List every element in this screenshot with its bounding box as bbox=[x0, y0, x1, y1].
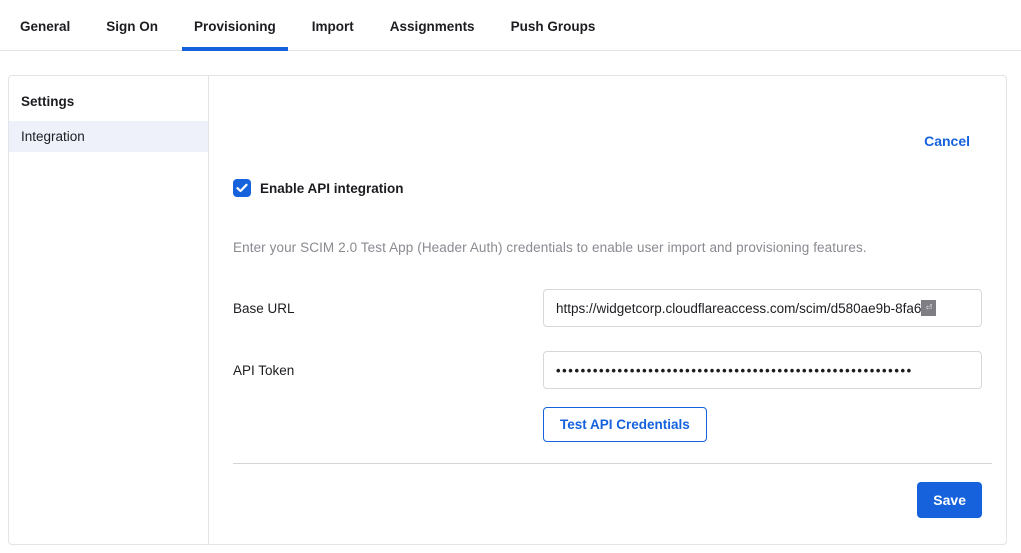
tab-assignments[interactable]: Assignments bbox=[378, 3, 487, 51]
tab-provisioning[interactable]: Provisioning bbox=[182, 3, 288, 51]
save-button[interactable]: Save bbox=[917, 482, 982, 518]
test-credentials-row: Test API Credentials bbox=[233, 407, 982, 442]
checkmark-icon bbox=[236, 183, 248, 193]
save-row: Save bbox=[233, 482, 982, 518]
base-url-row: Base URL https://widgetcorp.cloudflareac… bbox=[233, 289, 982, 327]
api-token-label: API Token bbox=[233, 363, 543, 378]
settings-sidebar: Settings Integration bbox=[9, 76, 209, 544]
test-api-credentials-button[interactable]: Test API Credentials bbox=[543, 407, 707, 442]
api-token-masked-value: ••••••••••••••••••••••••••••••••••••••••… bbox=[556, 363, 913, 378]
cancel-button[interactable]: Cancel bbox=[924, 133, 970, 149]
tab-sign-on[interactable]: Sign On bbox=[94, 3, 170, 51]
enable-api-integration-row: Enable API integration bbox=[233, 179, 982, 197]
credentials-description: Enter your SCIM 2.0 Test App (Header Aut… bbox=[233, 240, 982, 255]
enable-api-integration-checkbox[interactable] bbox=[233, 179, 251, 197]
api-token-row: API Token ••••••••••••••••••••••••••••••… bbox=[233, 351, 982, 389]
base-url-input[interactable]: https://widgetcorp.cloudflareaccess.com/… bbox=[543, 289, 982, 327]
integration-form: Cancel Enable API integration Enter your… bbox=[209, 76, 1006, 544]
tab-import[interactable]: Import bbox=[300, 3, 366, 51]
tab-push-groups[interactable]: Push Groups bbox=[499, 3, 608, 51]
form-header-row: Cancel bbox=[233, 133, 982, 149]
enable-api-integration-label: Enable API integration bbox=[260, 181, 404, 196]
tab-bar: General Sign On Provisioning Import Assi… bbox=[0, 0, 1021, 51]
base-url-value: https://widgetcorp.cloudflareaccess.com/… bbox=[556, 301, 921, 316]
provisioning-panel: Settings Integration Cancel Enable API i… bbox=[8, 75, 1007, 545]
api-token-input[interactable]: ••••••••••••••••••••••••••••••••••••••••… bbox=[543, 351, 982, 389]
divider bbox=[233, 463, 992, 464]
base-url-label: Base URL bbox=[233, 301, 543, 316]
sidebar-item-integration[interactable]: Integration bbox=[9, 121, 208, 152]
text-selection-cursor: ⏎ bbox=[921, 300, 936, 316]
sidebar-header-settings: Settings bbox=[9, 86, 208, 121]
tab-general[interactable]: General bbox=[8, 3, 82, 51]
